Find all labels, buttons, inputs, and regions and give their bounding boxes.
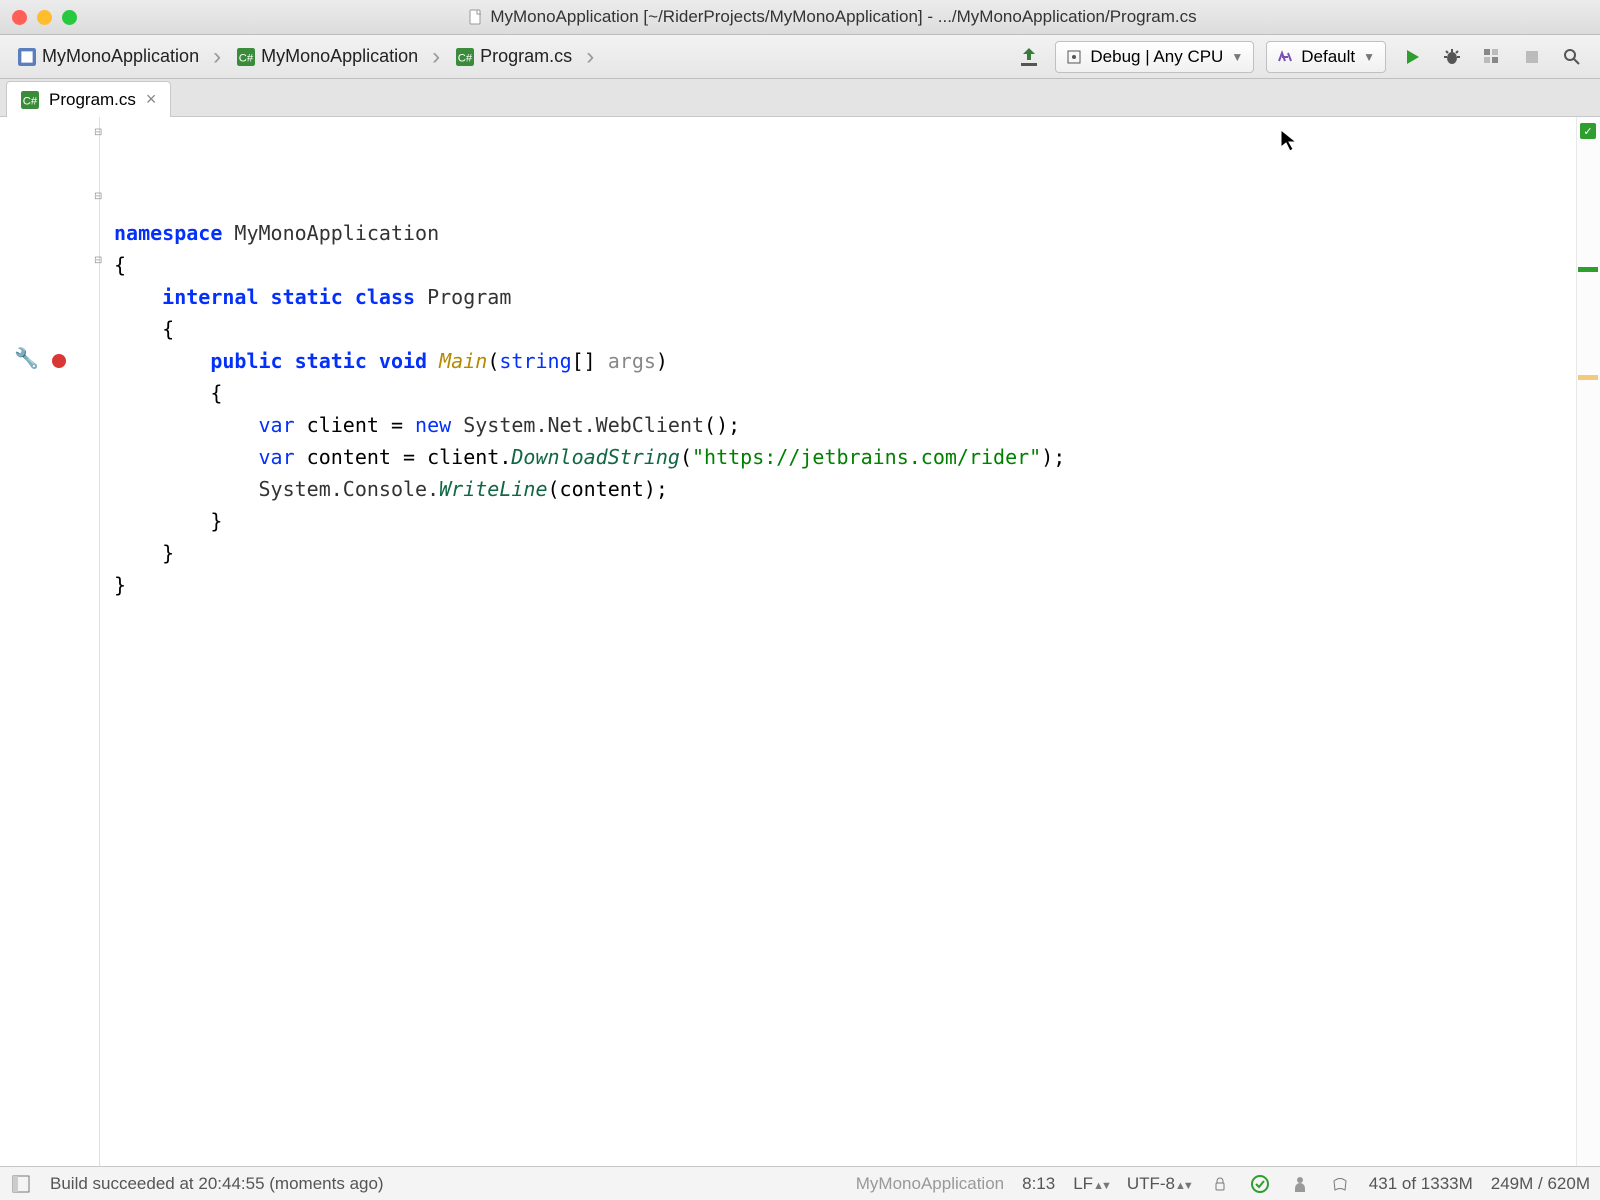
analysis-ok-indicator[interactable]: ✓ xyxy=(1580,123,1596,139)
tool-window-toggle[interactable] xyxy=(10,1173,32,1195)
configuration-dropdown[interactable]: Debug | Any CPU ▼ xyxy=(1055,41,1254,73)
file-icon xyxy=(468,9,484,25)
mouse-cursor xyxy=(1280,129,1298,153)
breadcrumb-project[interactable]: C# MyMonoApplication xyxy=(229,39,448,75)
breadcrumb-file[interactable]: C# Program.cs xyxy=(448,39,602,75)
window-titlebar: MyMonoApplication [~/RiderProjects/MyMon… xyxy=(0,0,1600,35)
search-button[interactable] xyxy=(1554,39,1590,75)
chevron-down-icon: ▼ xyxy=(1363,50,1375,64)
tab-close-button[interactable]: × xyxy=(146,89,157,110)
svg-text:C#: C# xyxy=(23,95,38,107)
status-project[interactable]: MyMonoApplication xyxy=(856,1174,1004,1194)
status-line-ending[interactable]: LF▲▼ xyxy=(1073,1174,1109,1194)
intention-bulb-icon[interactable]: 🔧 xyxy=(14,346,39,371)
dotnet-icon xyxy=(1277,49,1293,65)
status-bar: Build succeeded at 20:44:55 (moments ago… xyxy=(0,1166,1600,1200)
svg-text:C#: C# xyxy=(458,52,473,64)
coverage-button[interactable] xyxy=(1474,39,1510,75)
tab-program-cs[interactable]: C# Program.cs × xyxy=(6,81,171,117)
window-controls xyxy=(12,10,77,25)
zoom-window-button[interactable] xyxy=(62,10,77,25)
marker-warning[interactable] xyxy=(1578,375,1598,380)
solution-icon xyxy=(18,48,36,66)
run-target-dropdown[interactable]: Default ▼ xyxy=(1266,41,1386,73)
main-toolbar: MyMonoApplication C# MyMonoApplication C… xyxy=(0,35,1600,79)
notifications-icon[interactable] xyxy=(1329,1173,1351,1195)
readonly-toggle[interactable] xyxy=(1209,1173,1231,1195)
editor-tabs: C# Program.cs × xyxy=(0,79,1600,117)
breakpoint-marker[interactable] xyxy=(52,354,66,368)
status-entities[interactable]: 431 of 1333M xyxy=(1369,1174,1473,1194)
window-title: MyMonoApplication [~/RiderProjects/MyMon… xyxy=(77,7,1588,27)
close-window-button[interactable] xyxy=(12,10,27,25)
play-icon xyxy=(1402,47,1422,67)
project-icon: C# xyxy=(237,48,255,66)
debug-button[interactable] xyxy=(1434,39,1470,75)
code-area[interactable]: namespace MyMonoApplication{ internal st… xyxy=(100,117,1600,1166)
status-cursor-position[interactable]: 8:13 xyxy=(1022,1174,1055,1194)
csharp-file-icon: C# xyxy=(21,91,39,109)
inspection-status[interactable] xyxy=(1249,1173,1271,1195)
bug-icon xyxy=(1442,47,1462,67)
chevron-down-icon: ▼ xyxy=(1231,50,1243,64)
status-encoding[interactable]: UTF-8▲▼ xyxy=(1127,1174,1191,1194)
search-icon xyxy=(1562,47,1582,67)
svg-text:C#: C# xyxy=(239,52,254,64)
tab-label: Program.cs xyxy=(49,90,136,110)
editor-gutter[interactable]: 🔧 ⊟ ⊟ ⊟ xyxy=(0,117,100,1166)
run-button[interactable] xyxy=(1394,39,1430,75)
breadcrumb-solution[interactable]: MyMonoApplication xyxy=(10,39,229,75)
csharp-file-icon: C# xyxy=(456,48,474,66)
build-icon xyxy=(1017,45,1041,69)
coverage-icon xyxy=(1482,47,1502,67)
build-button[interactable] xyxy=(1011,39,1047,75)
minimize-window-button[interactable] xyxy=(37,10,52,25)
stop-button[interactable] xyxy=(1514,39,1550,75)
status-memory[interactable]: 249M / 620M xyxy=(1491,1174,1590,1194)
lock-icon xyxy=(1212,1176,1228,1192)
stop-icon xyxy=(1523,48,1541,66)
build-status: Build succeeded at 20:44:55 (moments ago… xyxy=(50,1174,384,1194)
breadcrumbs: MyMonoApplication C# MyMonoApplication C… xyxy=(10,39,1007,75)
marker-change[interactable] xyxy=(1578,267,1598,272)
error-stripe[interactable]: ✓ xyxy=(1576,117,1600,1166)
code-editor[interactable]: 🔧 ⊟ ⊟ ⊟ namespace MyMonoApplication{ int… xyxy=(0,117,1600,1166)
config-icon xyxy=(1066,49,1082,65)
hector-icon[interactable] xyxy=(1289,1173,1311,1195)
